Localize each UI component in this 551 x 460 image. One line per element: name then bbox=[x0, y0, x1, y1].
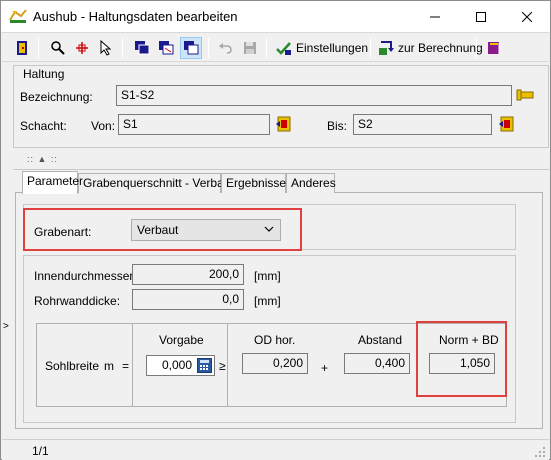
rohrwanddicke-unit: [mm] bbox=[254, 294, 281, 308]
window-cascade-button[interactable] bbox=[132, 37, 152, 59]
schacht-label: Schacht: bbox=[20, 119, 67, 133]
expand-left-arrow-icon[interactable]: > bbox=[3, 321, 9, 332]
title-bar: Aushub - Haltungsdaten bearbeiten bbox=[1, 1, 550, 32]
windows-icon bbox=[135, 41, 150, 55]
resize-grip-icon[interactable] bbox=[534, 446, 546, 458]
maximize-icon bbox=[476, 11, 486, 22]
bis-label: Bis: bbox=[327, 119, 348, 133]
close-icon bbox=[522, 11, 532, 22]
zoom-button[interactable] bbox=[48, 37, 68, 59]
bis-field[interactable]: S2 bbox=[353, 114, 492, 135]
von-field[interactable]: S1 bbox=[118, 114, 270, 135]
book-button[interactable] bbox=[484, 37, 504, 59]
sohlbreite-unit: m bbox=[104, 359, 114, 373]
collapse-arrow-icon[interactable]: :: ▲ :: bbox=[27, 154, 58, 164]
window-tile-button[interactable] bbox=[180, 37, 202, 59]
window-title: Aushub - Haltungsdaten bearbeiten bbox=[33, 9, 238, 24]
undo-button[interactable] bbox=[216, 37, 236, 59]
tab-grabenquerschnitt[interactable]: Grabenquerschnitt - Verbaut bbox=[78, 173, 234, 193]
grabenart-select[interactable]: Verbaut bbox=[131, 219, 281, 241]
pointer-icon bbox=[100, 40, 112, 56]
sohlbreite-label: Sohlbreite bbox=[45, 359, 100, 373]
maximize-button[interactable] bbox=[458, 1, 504, 32]
abstand-field[interactable]: 0,400 bbox=[344, 353, 410, 374]
innendurchmesser-field[interactable]: 200,0 bbox=[132, 264, 244, 285]
book-icon bbox=[488, 42, 500, 54]
abstand-header: Abstand bbox=[358, 333, 403, 347]
grabenart-label: Grabenart: bbox=[34, 225, 92, 239]
close-button[interactable] bbox=[504, 1, 550, 32]
exit-door-icon bbox=[17, 41, 27, 55]
window-split-icon bbox=[159, 41, 174, 55]
record-counter: 1/1 bbox=[32, 444, 49, 458]
undo-icon bbox=[219, 43, 232, 54]
status-bar: 1/1 bbox=[2, 439, 549, 460]
rohrwanddicke-label: Rohrwanddicke: bbox=[34, 294, 121, 308]
haltung-group-label: Haltung bbox=[21, 67, 67, 81]
rohrwanddicke-field[interactable]: 0,0 bbox=[132, 289, 244, 310]
von-label: Von: bbox=[91, 119, 116, 133]
app-window: Aushub - Haltungsdaten bearbeiten Einste… bbox=[0, 0, 551, 460]
calculation-icon bbox=[379, 41, 394, 55]
magnifier-icon bbox=[51, 41, 65, 55]
plus-sign: + bbox=[321, 361, 329, 375]
innendurchmesser-unit: [mm] bbox=[254, 269, 281, 283]
tab-ergebnisse[interactable]: Ergebnisse bbox=[221, 173, 286, 193]
window-split-button[interactable] bbox=[156, 37, 176, 59]
chevron-down-icon bbox=[264, 226, 274, 232]
od-hor-field[interactable]: 0,200 bbox=[242, 353, 308, 374]
pick-von-button[interactable] bbox=[275, 115, 293, 133]
norm-bd-field[interactable]: 1,050 bbox=[429, 353, 495, 374]
minimize-icon bbox=[430, 16, 440, 17]
geq-sign: ≥ bbox=[219, 359, 226, 373]
tab-parameter[interactable]: Parameter bbox=[22, 171, 83, 194]
panel-splitter[interactable]: :: ▲ :: bbox=[13, 152, 549, 170]
save-button[interactable] bbox=[240, 37, 260, 59]
crosshair-icon bbox=[76, 42, 88, 54]
haltung-group bbox=[13, 65, 549, 148]
vorgabe-input[interactable]: 0,000 bbox=[146, 355, 215, 376]
grabenart-selected-value: Verbaut bbox=[137, 223, 179, 237]
manhole-pick-icon bbox=[276, 116, 291, 132]
vorgabe-value: 0,000 bbox=[161, 358, 192, 372]
bezeichnung-label: Bezeichnung: bbox=[20, 90, 93, 104]
exit-button[interactable] bbox=[12, 37, 32, 59]
manhole-pick-icon bbox=[499, 116, 514, 132]
minimize-button[interactable] bbox=[412, 1, 458, 32]
innendurchmesser-label: Innendurchmesser: bbox=[34, 269, 137, 283]
pipe-icon bbox=[516, 89, 534, 101]
settings-button[interactable]: Einstellungen bbox=[274, 37, 368, 59]
save-icon bbox=[244, 42, 256, 54]
window-tile-icon bbox=[184, 41, 199, 55]
settings-check-icon bbox=[276, 42, 291, 55]
to-calculation-button[interactable]: zur Berechnung bbox=[376, 37, 483, 59]
to-calculation-label: zur Berechnung bbox=[398, 41, 483, 55]
toolbar: Einstellungen zur Berechnung bbox=[2, 32, 549, 62]
crosshair-button[interactable] bbox=[72, 37, 92, 59]
vorgabe-header: Vorgabe bbox=[159, 333, 204, 347]
app-icon bbox=[9, 9, 27, 23]
pick-bis-button[interactable] bbox=[498, 115, 516, 133]
norm-bd-header: Norm + BD bbox=[439, 333, 499, 347]
pick-haltung-button[interactable] bbox=[516, 87, 536, 103]
tab-anderes[interactable]: Anderes bbox=[286, 173, 336, 193]
calculator-icon bbox=[200, 360, 209, 370]
calculator-button[interactable] bbox=[197, 358, 212, 373]
od-header: OD hor. bbox=[254, 333, 296, 347]
bezeichnung-field[interactable]: S1-S2 bbox=[116, 85, 512, 106]
pointer-button[interactable] bbox=[96, 37, 116, 59]
settings-label: Einstellungen bbox=[296, 41, 369, 55]
equals-sign: = bbox=[122, 359, 130, 373]
